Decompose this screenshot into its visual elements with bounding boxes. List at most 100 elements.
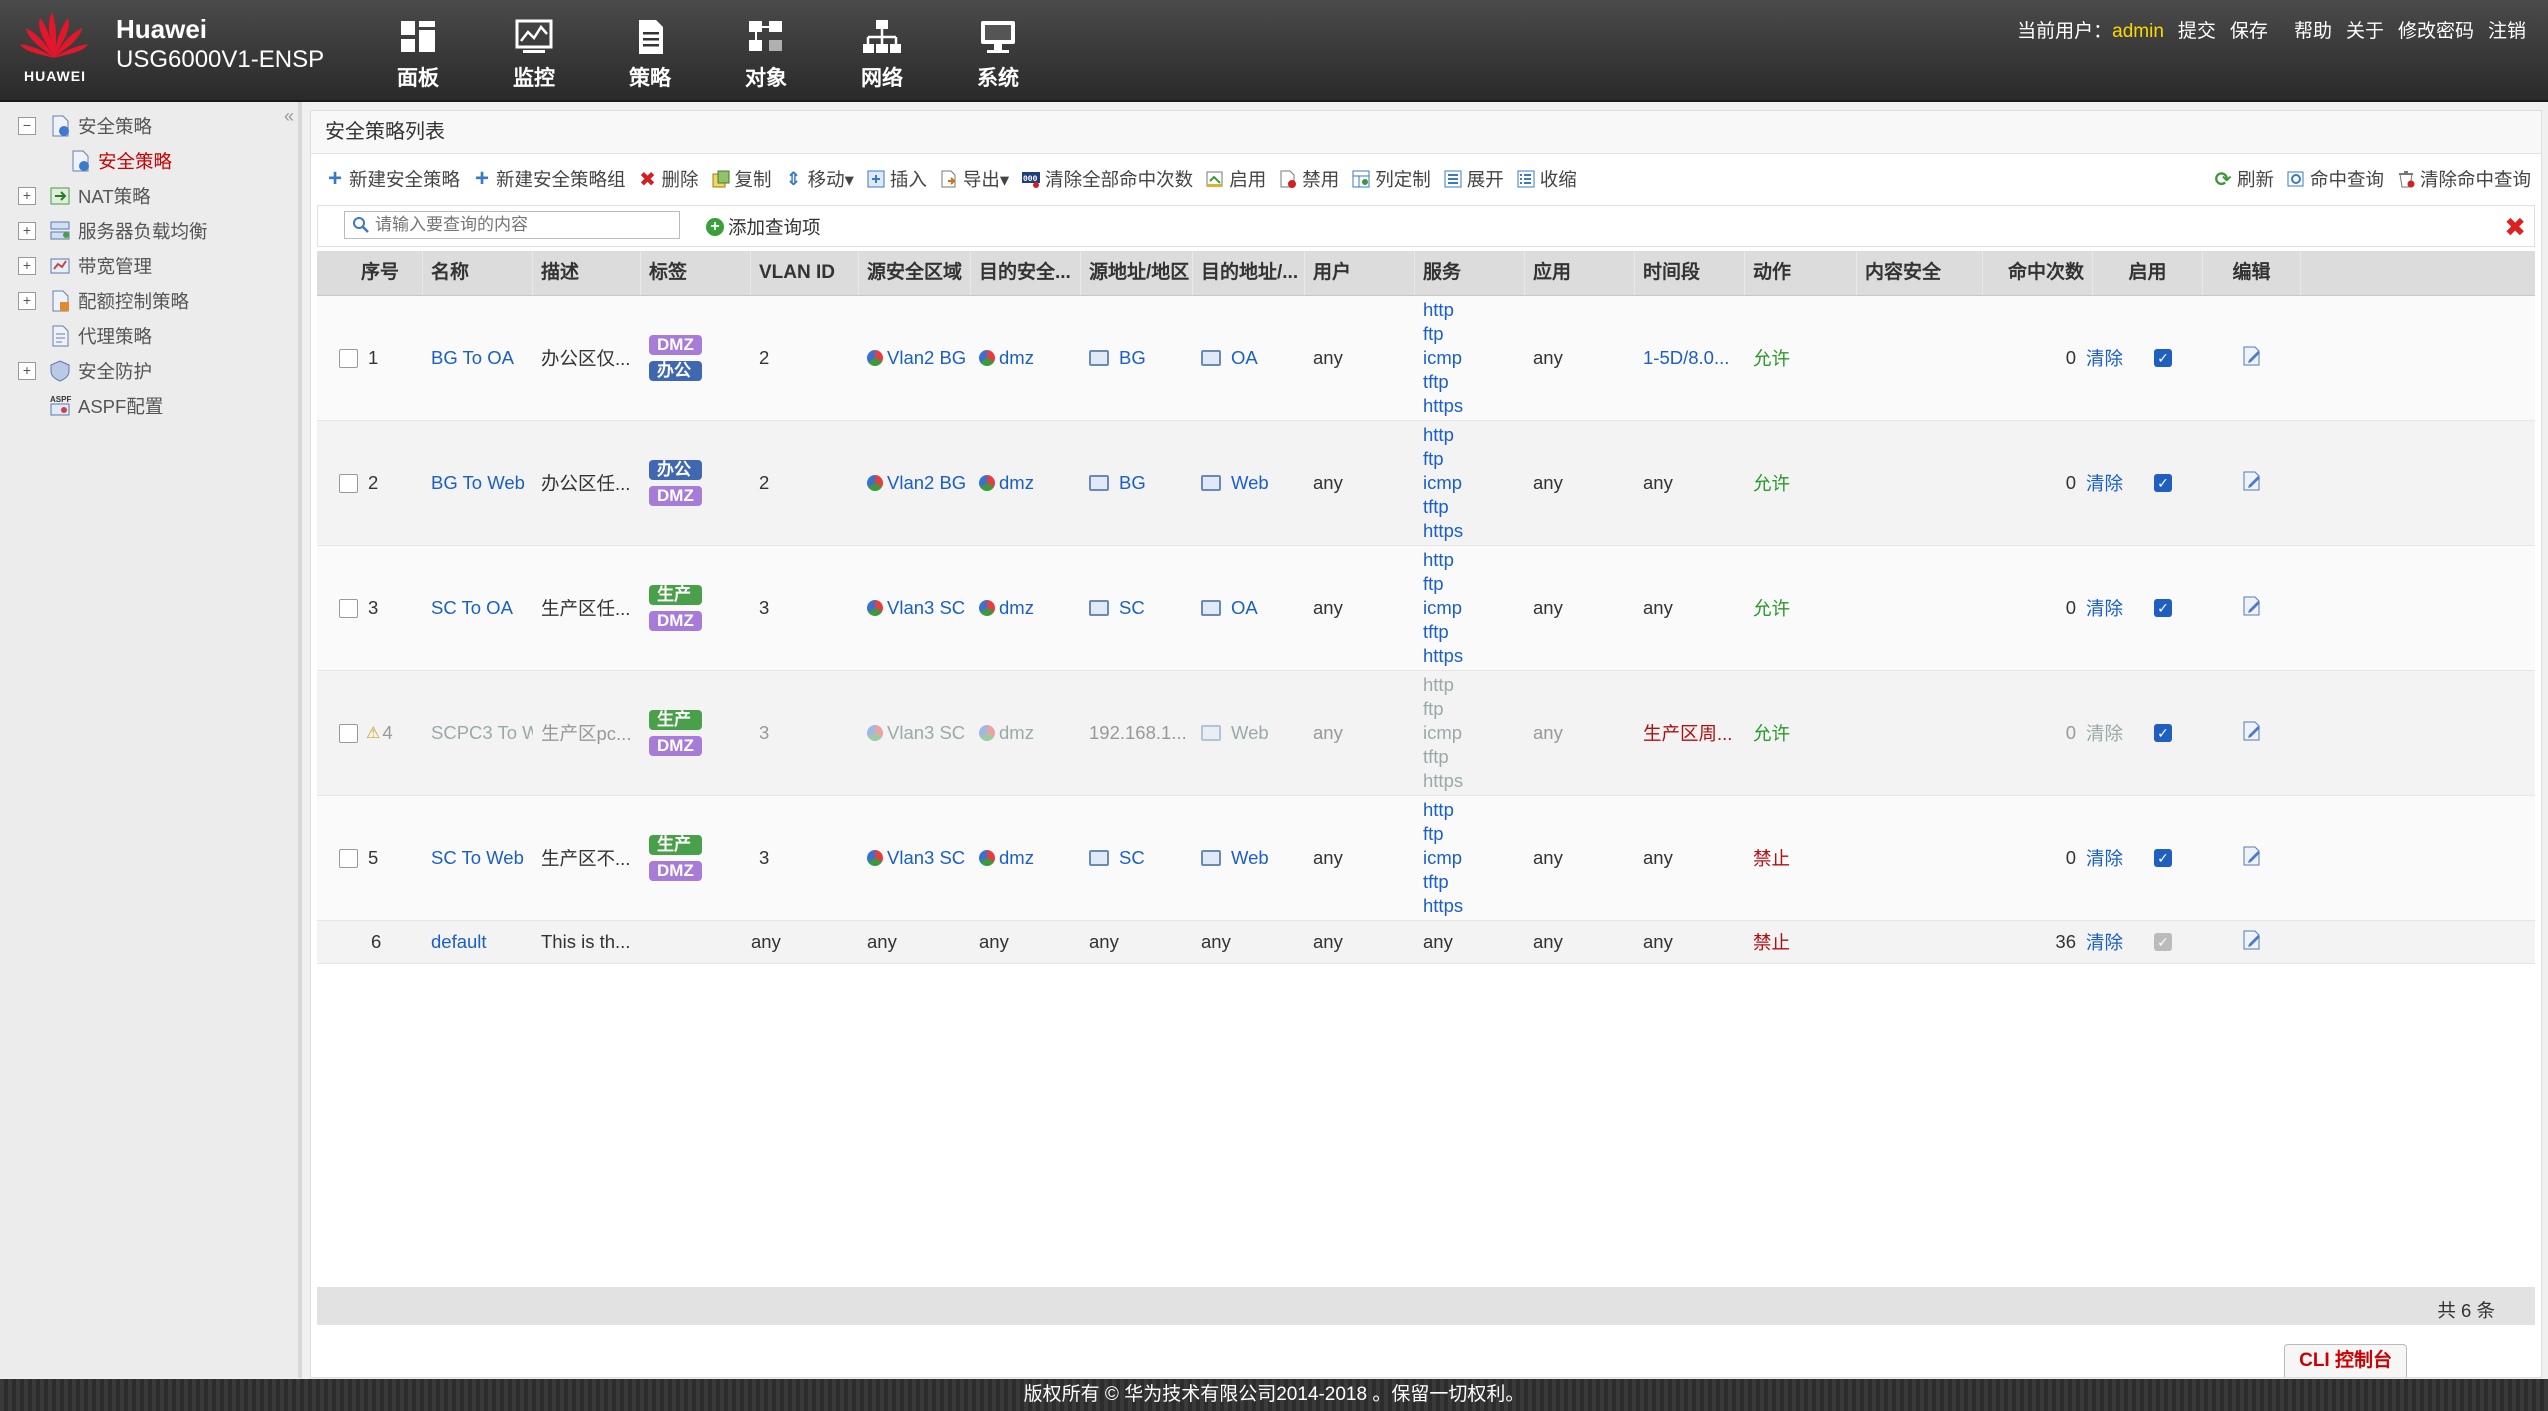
collapse-toggle[interactable]: − (18, 116, 36, 135)
tree-item-security-protection[interactable]: + 安全防护 (0, 353, 298, 388)
insert-button[interactable]: 插入 (866, 166, 927, 192)
delete-button[interactable]: ✖ 删除 (638, 166, 698, 192)
save-link[interactable]: 保存 (2230, 16, 2268, 43)
expand-toggle[interactable]: + (18, 186, 36, 205)
service-link[interactable]: ftp (1423, 572, 1463, 596)
expand-button[interactable]: 展开 (1443, 166, 1504, 192)
service-link[interactable]: icmp (1423, 721, 1463, 745)
address-link[interactable]: OA (1231, 347, 1258, 369)
new-policy-button[interactable]: + 新建安全策略 (325, 165, 460, 192)
expand-toggle[interactable]: + (18, 291, 36, 310)
nav-monitor[interactable]: 监控 (476, 18, 592, 96)
column-header[interactable]: 应用 (1525, 251, 1635, 295)
tree-item-aspf-config[interactable]: ASPF ASPF配置 (0, 388, 298, 423)
clear-hits-link[interactable]: 清除 (2086, 720, 2123, 746)
disable-button[interactable]: 禁用 (1278, 166, 1339, 192)
address-link[interactable]: SC (1119, 847, 1145, 869)
clear-hits-link[interactable]: 清除 (2086, 595, 2123, 621)
tree-item-nat-policy[interactable]: + NAT策略 (0, 178, 298, 213)
column-header[interactable]: VLAN ID (751, 251, 859, 295)
row-checkbox[interactable] (339, 473, 358, 493)
table-row[interactable]: 6 default This is th... any any any any any any a… (317, 921, 2535, 964)
zone-link[interactable]: Vlan3 SC (887, 597, 965, 619)
address-link[interactable]: BG (1119, 472, 1146, 494)
nav-policy[interactable]: 策略 (592, 18, 708, 96)
service-link[interactable]: https (1423, 894, 1463, 918)
service-link[interactable]: https (1423, 769, 1463, 793)
expand-toggle[interactable]: + (18, 221, 36, 240)
nav-object[interactable]: 对象 (708, 18, 824, 96)
column-header[interactable]: 命中次数 (1983, 251, 2093, 295)
service-link[interactable]: ftp (1423, 697, 1463, 721)
zone-link[interactable]: Vlan2 BG (887, 347, 966, 369)
enabled-checkbox[interactable]: ✓ (2154, 599, 2172, 617)
address-link[interactable]: SC (1119, 597, 1145, 619)
zone-link[interactable]: dmz (999, 847, 1034, 869)
column-header[interactable]: 源地址/地区 (1081, 251, 1193, 295)
column-header[interactable]: 序号 (317, 251, 423, 295)
tree-item-security-policy-list[interactable]: 安全策略 (0, 143, 298, 178)
customize-columns-button[interactable]: 列定制 (1351, 166, 1431, 192)
policy-name-link[interactable]: BG To Web (431, 472, 525, 494)
enabled-checkbox[interactable]: ✓ (2154, 724, 2172, 742)
address-link[interactable]: Web (1231, 472, 1269, 494)
service-link[interactable]: https (1423, 394, 1463, 418)
service-link[interactable]: ftp (1423, 322, 1463, 346)
service-link[interactable]: http (1423, 798, 1463, 822)
expand-toggle[interactable]: + (18, 361, 36, 380)
service-link[interactable]: icmp (1423, 346, 1463, 370)
clear-hits-link[interactable]: 清除 (2086, 845, 2123, 871)
tree-item-proxy-policy[interactable]: 代理策略 (0, 318, 298, 353)
column-header[interactable]: 描述 (533, 251, 641, 295)
zone-link[interactable]: dmz (999, 597, 1034, 619)
tree-item-security-policy[interactable]: − 安全策略 (0, 108, 298, 143)
zone-link[interactable]: dmz (999, 347, 1034, 369)
service-link[interactable]: icmp (1423, 846, 1463, 870)
nav-system[interactable]: 系统 (940, 18, 1056, 96)
cli-console-button[interactable]: CLI 控制台 (2284, 1344, 2407, 1377)
service-link[interactable]: http (1423, 423, 1463, 447)
nav-dashboard[interactable]: 面板 (360, 18, 476, 96)
column-header[interactable]: 名称 (423, 251, 533, 295)
column-header[interactable]: 动作 (1745, 251, 1857, 295)
logout-link[interactable]: 注销 (2488, 16, 2526, 43)
export-button[interactable]: 导出▾ (939, 166, 1009, 192)
service-link[interactable]: tftp (1423, 620, 1463, 644)
column-header[interactable]: 时间段 (1635, 251, 1745, 295)
table-row[interactable]: 1 BG To OA 办公区仅... DMZ 办公 2 Vlan2 BG dmz BG OA any… (317, 296, 2535, 421)
table-row[interactable]: 3 SC To OA 生产区任... 生产 DMZ 3 Vlan3 SC dmz SC OA any… (317, 546, 2535, 671)
edit-icon[interactable] (2241, 845, 2263, 872)
hit-query-button[interactable]: 命中查询 (2286, 166, 2384, 192)
column-header[interactable]: 启用 (2093, 251, 2203, 295)
tree-item-bandwidth-management[interactable]: + 带宽管理 (0, 248, 298, 283)
address-link[interactable]: Web (1231, 847, 1269, 869)
service-link[interactable]: tftp (1423, 870, 1463, 894)
zone-link[interactable]: dmz (999, 722, 1034, 744)
column-header[interactable]: 标签 (641, 251, 751, 295)
address-link[interactable]: Web (1231, 722, 1269, 744)
clear-hit-query-button[interactable]: 清除命中查询 (2396, 166, 2531, 192)
enabled-checkbox[interactable]: ✓ (2154, 849, 2172, 867)
tree-item-quota-control[interactable]: + 配额控制策略 (0, 283, 298, 318)
commit-link[interactable]: 提交 (2178, 16, 2216, 43)
clear-hits-link[interactable]: 清除 (2086, 470, 2123, 496)
service-link[interactable]: icmp (1423, 596, 1463, 620)
column-header[interactable]: 用户 (1305, 251, 1415, 295)
column-header[interactable]: 编辑 (2203, 251, 2301, 295)
new-policy-group-button[interactable]: + 新建安全策略组 (472, 165, 626, 192)
clear-hits-link[interactable]: 清除 (2086, 345, 2123, 371)
edit-icon[interactable] (2241, 929, 2263, 956)
edit-icon[interactable] (2241, 470, 2263, 497)
clear-all-hits-button[interactable]: 000 清除全部命中次数 (1021, 166, 1193, 192)
collapse-button[interactable]: 收缩 (1516, 166, 1577, 192)
add-query-button[interactable]: + 添加查询项 (706, 214, 821, 240)
table-row[interactable]: 5 SC To Web 生产区不... 生产 DMZ 3 Vlan3 SC dmz SC Web a… (317, 796, 2535, 921)
zone-link[interactable]: dmz (999, 472, 1034, 494)
refresh-button[interactable]: ⟳ 刷新 (2213, 166, 2274, 192)
time-range[interactable]: 1-5D/8.0... (1643, 347, 1729, 369)
clear-hits-link[interactable]: 清除 (2086, 929, 2123, 955)
row-checkbox[interactable] (339, 348, 358, 368)
column-header[interactable]: 服务 (1415, 251, 1525, 295)
time-range[interactable]: 生产区周... (1643, 720, 1732, 746)
zone-link[interactable]: Vlan3 SC (887, 847, 965, 869)
